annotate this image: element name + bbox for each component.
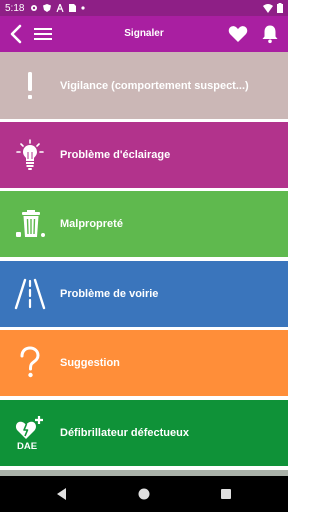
trash-bin-icon	[8, 204, 52, 244]
shield-icon	[43, 4, 52, 12]
nav-home-icon[interactable]	[137, 487, 151, 501]
category-malproprete[interactable]: Malpropreté	[0, 191, 288, 257]
question-mark-icon	[8, 343, 52, 383]
category-voirie[interactable]: Problème de voirie	[0, 261, 288, 327]
exclamation-icon	[8, 66, 52, 106]
dot-icon	[81, 6, 86, 10]
hamburger-menu-icon[interactable]	[34, 26, 52, 42]
nav-recents-icon[interactable]	[219, 487, 233, 501]
app-bar: Signaler	[0, 16, 288, 52]
sim-card-icon	[69, 4, 77, 12]
battery-icon	[277, 3, 283, 13]
wifi-icon	[263, 3, 273, 13]
settings-icon	[31, 5, 38, 11]
heart-icon[interactable]	[228, 24, 248, 44]
lightbulb-icon	[8, 135, 52, 175]
road-icon	[8, 274, 52, 314]
category-label: Défibrillateur défectueux	[60, 427, 189, 439]
category-vigilance[interactable]: Vigilance (comportement suspect...)	[0, 52, 288, 119]
dae-icon-text: DAE	[17, 441, 37, 451]
category-label: Malpropreté	[60, 218, 123, 230]
category-label: Problème de voirie	[60, 288, 159, 300]
category-suggestion[interactable]: Suggestion	[0, 330, 288, 396]
bell-icon[interactable]	[261, 24, 279, 44]
defibrillator-dae-icon: DAE	[8, 413, 52, 453]
system-nav-bar	[0, 476, 288, 512]
category-eclairage[interactable]: Problème d'éclairage	[0, 122, 288, 188]
status-bar: 5:18	[0, 0, 288, 16]
status-time: 5:18	[5, 2, 25, 14]
category-label: Problème d'éclairage	[60, 149, 171, 161]
nav-back-icon[interactable]	[55, 487, 69, 501]
font-icon	[56, 4, 65, 12]
category-defibrillateur[interactable]: DAE Défibrillateur défectueux	[0, 400, 288, 466]
category-label: Suggestion	[60, 357, 120, 369]
back-arrow-icon[interactable]	[7, 23, 25, 45]
category-label: Vigilance (comportement suspect...)	[60, 79, 249, 92]
